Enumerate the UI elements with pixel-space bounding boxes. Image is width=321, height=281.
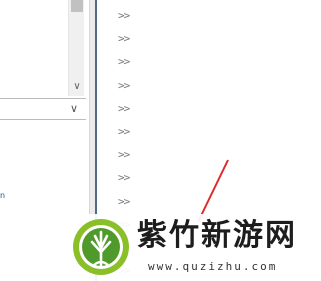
watermark-brand-name: 紫竹新游网 [137, 218, 297, 253]
screenshot-root: ∨ ∨ n >> >> >> >> >> >> >> >> >> >> >> >… [0, 0, 321, 281]
tree-logo-icon [73, 219, 129, 275]
red-pointer-stroke [197, 159, 229, 223]
watermark: 紫竹新游网 www.quzizhu.com [70, 214, 321, 281]
watermark-url: www.quzizhu.com [148, 260, 278, 273]
